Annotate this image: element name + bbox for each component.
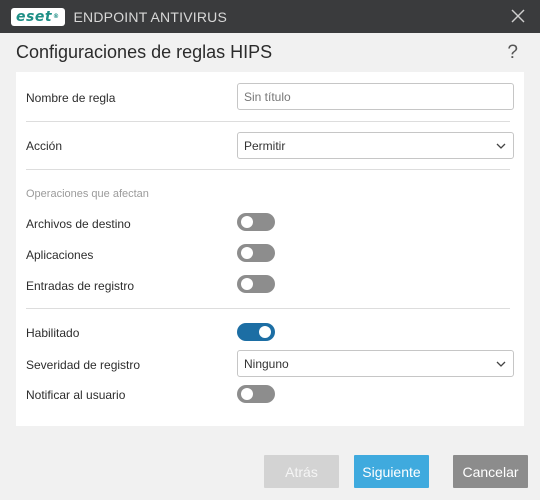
title-bar: eset ® ENDPOINT ANTIVIRUS: [0, 0, 540, 33]
toggle-knob: [241, 247, 253, 259]
notify-user-toggle[interactable]: [237, 385, 275, 403]
applications-label: Aplicaciones: [26, 248, 94, 262]
product-name: ENDPOINT ANTIVIRUS: [73, 8, 227, 25]
action-value: Permitir: [244, 138, 286, 153]
dialog-title: Configuraciones de reglas HIPS: [16, 42, 273, 62]
toggle-knob: [259, 326, 271, 338]
log-severity-select[interactable]: Ninguno: [237, 350, 514, 377]
registry-entries-toggle[interactable]: [237, 275, 275, 293]
cancel-button[interactable]: Cancelar: [453, 455, 528, 488]
enabled-label: Habilitado: [26, 326, 80, 340]
help-icon[interactable]: ?: [507, 42, 518, 64]
divider: [26, 121, 510, 122]
next-button[interactable]: Siguiente: [354, 455, 429, 488]
close-icon[interactable]: [509, 7, 527, 25]
chevron-down-icon: [496, 143, 506, 149]
enabled-toggle[interactable]: [237, 323, 275, 341]
divider: [26, 169, 510, 170]
toggle-knob: [241, 278, 253, 290]
action-label: Acción: [26, 139, 63, 153]
rule-name-label: Nombre de regla: [26, 91, 116, 105]
log-severity-value: Ninguno: [244, 356, 289, 371]
notify-user-label: Notificar al usuario: [26, 388, 126, 402]
divider: [26, 308, 510, 309]
toggle-knob: [241, 216, 253, 228]
rule-settings-panel: Nombre de regla Acción Permitir Operacio…: [16, 72, 524, 426]
toggle-knob: [241, 388, 253, 400]
applications-toggle[interactable]: [237, 244, 275, 262]
action-select[interactable]: Permitir: [237, 132, 514, 159]
log-severity-label: Severidad de registro: [26, 358, 141, 372]
target-files-label: Archivos de destino: [26, 217, 131, 231]
eset-logo: eset ®: [11, 7, 65, 26]
operations-section-heading: Operaciones que afectan: [26, 188, 149, 200]
chevron-down-icon: [496, 361, 506, 367]
rule-name-input[interactable]: [237, 83, 514, 110]
back-button[interactable]: Atrás: [264, 455, 339, 488]
target-files-toggle[interactable]: [237, 213, 275, 231]
registry-entries-label: Entradas de registro: [26, 279, 135, 293]
